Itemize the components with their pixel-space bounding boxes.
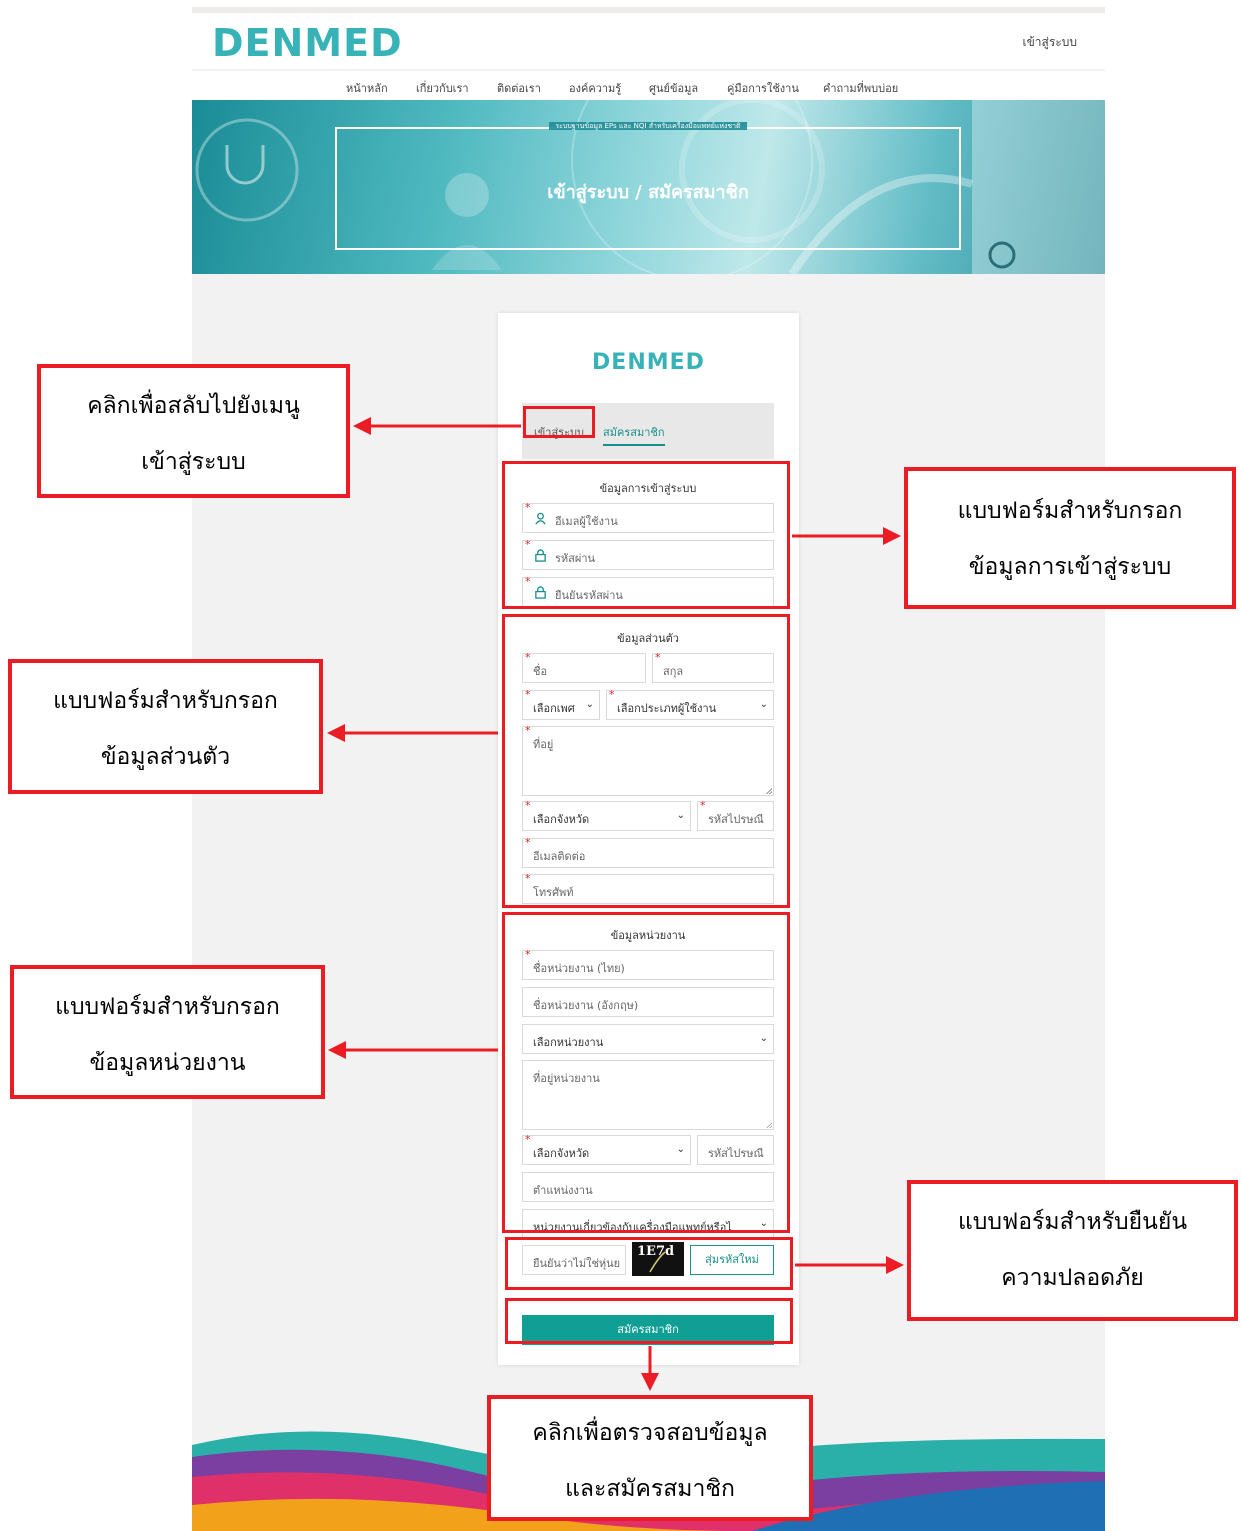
banner-frame: ระบบฐานข้อมูล EPs และ NQI สำหรับเครื่องม… [335,122,961,250]
highlight-tab-login [523,406,595,438]
highlight-org-form [502,912,790,1233]
nav-about[interactable]: เกี่ยวกับเรา [416,79,469,97]
nav-home[interactable]: หน้าหลัก [346,79,388,97]
banner-title: เข้าสู่ระบบ / สมัครสมาชิก [547,182,749,203]
highlight-personal-form [502,614,790,908]
callout-text: และสมัครสมาชิก [565,1476,735,1502]
banner-subtitle: ระบบฐานข้อมูล EPs และ NQI สำหรับเครื่องม… [549,122,747,130]
nav-manual[interactable]: คู่มือการใช้งาน [727,79,799,97]
highlight-captcha [505,1237,793,1290]
callout-submit: คลิกเพื่อตรวจสอบข้อมูล และสมัครสมาชิก [487,1395,813,1521]
callout-text: แบบฟอร์มสำหรับกรอก [53,688,278,714]
main-nav: หน้าหลัก เกี่ยวกับเรา ติดต่อเรา องค์ความ… [192,71,1105,101]
callout-text: คลิกเพื่อสลับไปยังเมนู [87,393,300,419]
page-banner: ระบบฐานข้อมูล EPs และ NQI สำหรับเครื่องม… [192,100,1105,274]
callout-personal-form: แบบฟอร์มสำหรับกรอก ข้อมูลส่วนตัว [8,659,323,794]
callout-security-form: แบบฟอร์มสำหรับยืนยัน ความปลอดภัย [907,1180,1238,1321]
nav-knowledge[interactable]: องค์ความรู้ [569,79,621,97]
callout-text: ข้อมูลส่วนตัว [100,744,231,770]
nav-faq[interactable]: คำถามที่พบบ่อย [823,79,898,97]
callout-text: เข้าสู่ระบบ [141,449,246,475]
tab-register[interactable]: สมัครสมาชิก [603,423,665,446]
callout-text: คลิกเพื่อตรวจสอบข้อมูล [532,1420,768,1446]
callout-tab-switch: คลิกเพื่อสลับไปยังเมนู เข้าสู่ระบบ [37,364,350,498]
nav-data-center[interactable]: ศูนย์ข้อมูล [649,79,698,97]
callout-text: ข้อมูลหน่วยงาน [89,1050,246,1076]
callout-login-form: แบบฟอร์มสำหรับกรอก ข้อมูลการเข้าสู่ระบบ [904,467,1236,609]
site-logo[interactable]: DENMED [212,23,403,63]
callout-text: ความปลอดภัย [1001,1265,1144,1291]
callout-text: แบบฟอร์มสำหรับกรอก [55,994,280,1020]
nav-contact[interactable]: ติดต่อเรา [497,79,541,97]
callout-org-form: แบบฟอร์มสำหรับกรอก ข้อมูลหน่วยงาน [10,965,325,1099]
callout-text: ข้อมูลการเข้าสู่ระบบ [968,554,1172,580]
card-logo: DENMED [592,350,705,375]
highlight-login-form [502,461,790,609]
site-header: DENMED เข้าสู่ระบบ [192,13,1105,69]
highlight-submit [505,1298,793,1344]
callout-text: แบบฟอร์มสำหรับยืนยัน [957,1209,1188,1235]
callout-text: แบบฟอร์มสำหรับกรอก [957,498,1183,524]
header-login-link[interactable]: เข้าสู่ระบบ [1023,33,1078,52]
